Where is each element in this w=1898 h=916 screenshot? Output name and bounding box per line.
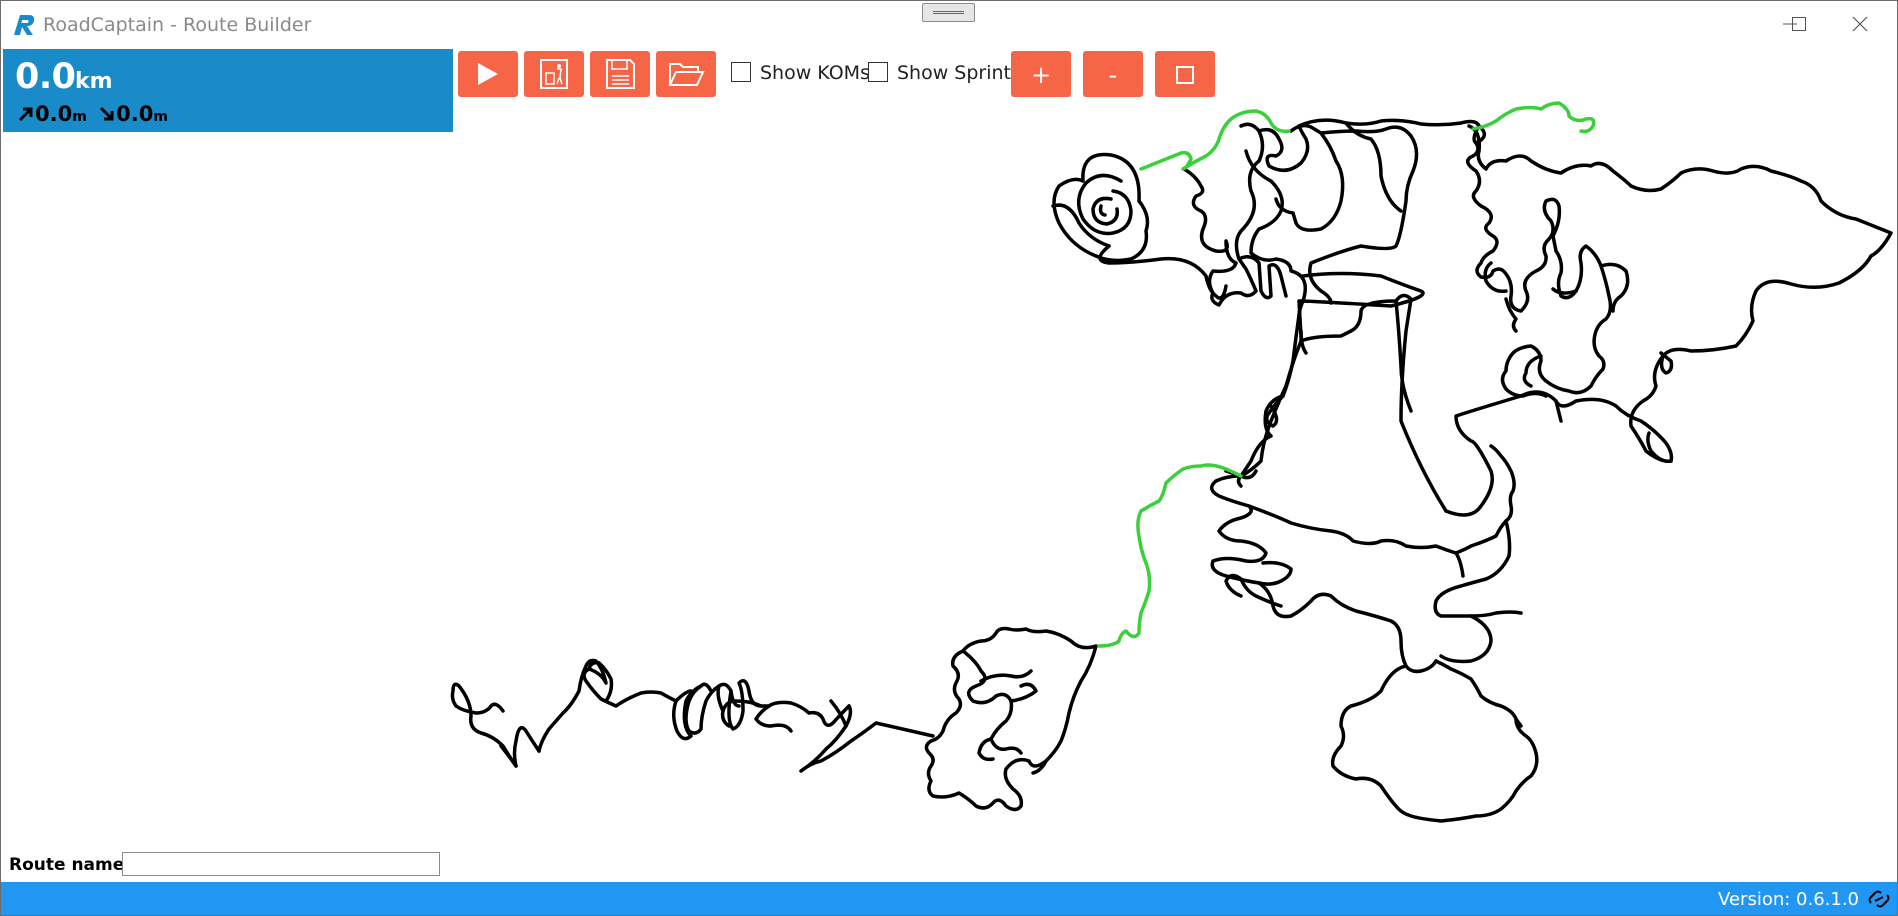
trash-icon — [540, 59, 568, 89]
zoom-out-button[interactable]: - — [1083, 51, 1143, 97]
west-coast-roads[interactable] — [450, 658, 935, 773]
play-button[interactable] — [458, 51, 518, 97]
save-button[interactable] — [590, 51, 650, 97]
window-title: RoadCaptain - Route Builder — [43, 14, 312, 36]
floppy-disk-icon — [606, 59, 635, 89]
ascent-value: 0.0 — [35, 102, 73, 126]
clear-route-button[interactable] — [524, 51, 584, 97]
show-koms-checkbox[interactable]: Show KOMs — [731, 62, 870, 86]
show-koms-box[interactable] — [731, 62, 751, 82]
zoom-in-button[interactable]: + — [1011, 51, 1071, 97]
close-button[interactable] — [1825, 1, 1895, 47]
south-roads[interactable] — [1209, 339, 1539, 823]
maximize-button-box[interactable] — [1764, 1, 1834, 47]
folder-open-icon — [668, 63, 705, 86]
descent-unit: m — [153, 109, 168, 125]
main-island-roads[interactable] — [1182, 118, 1674, 517]
zoom-out-label: - — [1108, 61, 1118, 89]
route-stats-panel: 0.0 km 0.0m 0.0m — [3, 49, 453, 132]
maximize-icon — [1792, 17, 1806, 31]
link-icon[interactable] — [1867, 889, 1891, 909]
reset-zoom-button[interactable] — [1155, 51, 1215, 97]
southwest-island-roads[interactable] — [924, 626, 1098, 812]
distance-value: 0.0 — [15, 57, 76, 97]
drag-handle[interactable] — [922, 3, 975, 22]
route-name-input[interactable] — [122, 852, 440, 876]
arrow-up-right-icon — [18, 107, 33, 122]
descent-value: 0.0 — [116, 102, 154, 126]
elevation-summary: 0.0m 0.0m — [17, 102, 168, 126]
open-button[interactable] — [656, 51, 716, 97]
route-name-label: Route name: — [9, 855, 132, 875]
play-icon — [478, 63, 498, 85]
app-window: RoadCaptain - Route Builder 0.0 km 0.0m … — [0, 0, 1898, 916]
kom-sprint-segments[interactable] — [1097, 101, 1596, 648]
zoom-in-label: + — [1030, 61, 1052, 89]
east-island-roads[interactable] — [1466, 124, 1893, 464]
square-icon — [1176, 66, 1194, 84]
version-label: Version: 0.6.1.0 — [1718, 889, 1859, 910]
close-icon — [1852, 16, 1868, 32]
show-sprints-checkbox[interactable]: Show Sprints — [868, 62, 1021, 86]
central-roads[interactable] — [1244, 131, 1413, 413]
distance-unit: km — [75, 69, 113, 94]
show-sprints-label: Show Sprints — [897, 62, 1021, 84]
world-map[interactable] — [1, 1, 1898, 916]
roadcaptain-logo-icon — [14, 15, 35, 35]
title-bar[interactable]: RoadCaptain - Route Builder — [1, 1, 1897, 48]
ascent-unit: m — [72, 109, 87, 125]
show-koms-label: Show KOMs — [760, 62, 870, 84]
volcano-roads[interactable] — [1051, 152, 1228, 300]
show-sprints-box[interactable] — [868, 62, 888, 82]
arrow-down-right-icon — [100, 106, 114, 121]
status-bar: Version: 0.6.1.0 — [1, 882, 1897, 915]
